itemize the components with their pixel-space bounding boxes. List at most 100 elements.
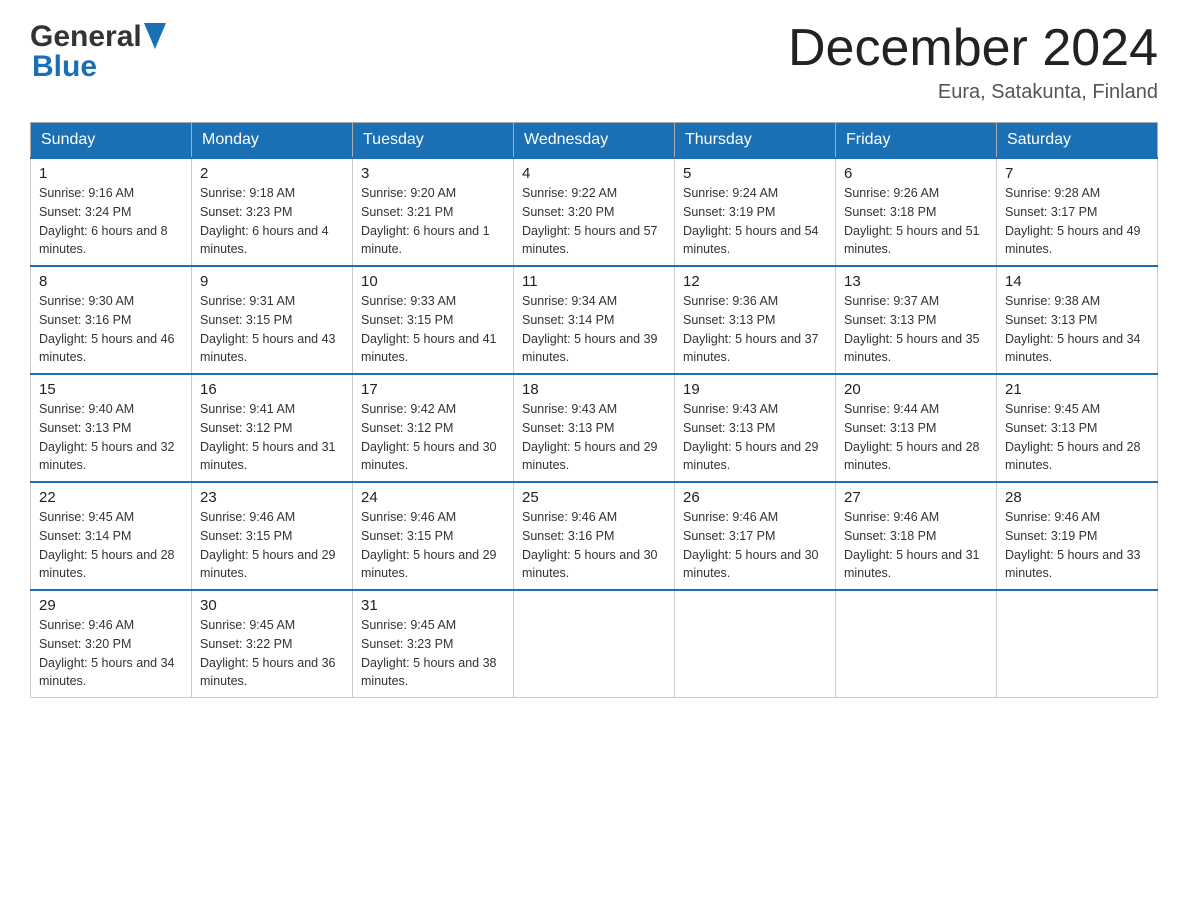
day-cell-20: 20Sunrise: 9:44 AMSunset: 3:13 PMDayligh… (836, 374, 997, 482)
day-cell-18: 18 Sunrise: 9:43 AMSunset: 3:13 PMDayligh… (514, 374, 675, 482)
day-number: 14 (1005, 273, 1149, 290)
day-cell-5: 5 Sunrise: 9:24 AMSunset: 3:19 PMDaylight… (675, 158, 836, 266)
logo-triangle-icon (144, 23, 166, 49)
day-cell-4: 4 Sunrise: 9:22 AMSunset: 3:20 PMDaylight… (514, 158, 675, 266)
day-number: 17 (361, 381, 505, 398)
day-cell-31: 31 Sunrise: 9:45 AMSunset: 3:23 PMDayligh… (353, 590, 514, 698)
logo-blue: Blue (30, 50, 97, 84)
column-header-thursday: Thursday (675, 123, 836, 159)
empty-cell (836, 590, 997, 698)
day-cell-21: 21Sunrise: 9:45 AMSunset: 3:13 PMDayligh… (997, 374, 1158, 482)
column-header-friday: Friday (836, 123, 997, 159)
day-info: Sunrise: 9:45 AMSunset: 3:23 PMDaylight:… (361, 616, 505, 691)
day-number: 20 (844, 381, 988, 398)
day-info: Sunrise: 9:46 AMSunset: 3:15 PMDaylight:… (361, 508, 505, 583)
day-cell-14: 14 Sunrise: 9:38 AMSunset: 3:13 PMDayligh… (997, 266, 1158, 374)
day-number: 30 (200, 597, 344, 614)
day-cell-28: 28 Sunrise: 9:46 AMSunset: 3:19 PMDayligh… (997, 482, 1158, 590)
day-info: Sunrise: 9:45 AMSunset: 3:22 PMDaylight:… (200, 616, 344, 691)
day-cell-7: 7 Sunrise: 9:28 AMSunset: 3:17 PMDaylight… (997, 158, 1158, 266)
day-cell-29: 29 Sunrise: 9:46 AMSunset: 3:20 PMDayligh… (31, 590, 192, 698)
day-info: Sunrise: 9:46 AMSunset: 3:20 PMDaylight:… (39, 616, 183, 691)
day-info: Sunrise: 9:31 AMSunset: 3:15 PMDaylight:… (200, 292, 344, 367)
day-cell-22: 22Sunrise: 9:45 AMSunset: 3:14 PMDayligh… (31, 482, 192, 590)
day-number: 4 (522, 165, 666, 182)
column-header-monday: Monday (192, 123, 353, 159)
day-number: 28 (1005, 489, 1149, 506)
day-info: Sunrise: 9:46 AMSunset: 3:18 PMDaylight:… (844, 508, 988, 583)
day-cell-16: 16 Sunrise: 9:41 AMSunset: 3:12 PMDayligh… (192, 374, 353, 482)
day-cell-26: 26 Sunrise: 9:46 AMSunset: 3:17 PMDayligh… (675, 482, 836, 590)
page: General Blue December 2024 Eura, Satakun… (0, 0, 1188, 728)
logo: General Blue (30, 20, 166, 84)
day-info: Sunrise: 9:22 AMSunset: 3:20 PMDaylight:… (522, 184, 666, 259)
day-cell-3: 3 Sunrise: 9:20 AMSunset: 3:21 PMDaylight… (353, 158, 514, 266)
day-cell-19: 19 Sunrise: 9:43 AMSunset: 3:13 PMDayligh… (675, 374, 836, 482)
day-info: Sunrise: 9:42 AMSunset: 3:12 PMDaylight:… (361, 400, 505, 475)
day-info: Sunrise: 9:38 AMSunset: 3:13 PMDaylight:… (1005, 292, 1149, 367)
day-number: 16 (200, 381, 344, 398)
month-title: December 2024 (788, 20, 1158, 77)
day-cell-23: 23 Sunrise: 9:46 AMSunset: 3:15 PMDayligh… (192, 482, 353, 590)
day-cell-1: 1 Sunrise: 9:16 AMSunset: 3:24 PMDaylight… (31, 158, 192, 266)
day-number: 18 (522, 381, 666, 398)
day-info: Sunrise: 9:20 AMSunset: 3:21 PMDaylight:… (361, 184, 505, 259)
day-cell-6: 6 Sunrise: 9:26 AMSunset: 3:18 PMDaylight… (836, 158, 997, 266)
calendar: SundayMondayTuesdayWednesdayThursdayFrid… (30, 122, 1158, 698)
day-number: 13 (844, 273, 988, 290)
day-number: 24 (361, 489, 505, 506)
day-number: 5 (683, 165, 827, 182)
day-info: Sunrise: 9:26 AMSunset: 3:18 PMDaylight:… (844, 184, 988, 259)
day-number: 23 (200, 489, 344, 506)
calendar-header-row: SundayMondayTuesdayWednesdayThursdayFrid… (31, 123, 1158, 159)
day-number: 11 (522, 273, 666, 290)
day-info: Sunrise: 9:45 AMSunset: 3:14 PMDaylight:… (39, 508, 183, 583)
day-number: 8 (39, 273, 183, 290)
day-info: Sunrise: 9:37 AMSunset: 3:13 PMDaylight:… (844, 292, 988, 367)
day-info: Sunrise: 9:16 AMSunset: 3:24 PMDaylight:… (39, 184, 183, 259)
column-header-wednesday: Wednesday (514, 123, 675, 159)
empty-cell (997, 590, 1158, 698)
day-number: 9 (200, 273, 344, 290)
day-cell-9: 9 Sunrise: 9:31 AMSunset: 3:15 PMDaylight… (192, 266, 353, 374)
title-section: December 2024 Eura, Satakunta, Finland (788, 20, 1158, 104)
day-number: 1 (39, 165, 183, 182)
day-number: 31 (361, 597, 505, 614)
day-cell-11: 11Sunrise: 9:34 AMSunset: 3:14 PMDayligh… (514, 266, 675, 374)
week-row-3: 15 Sunrise: 9:40 AMSunset: 3:13 PMDayligh… (31, 374, 1158, 482)
day-number: 29 (39, 597, 183, 614)
day-cell-24: 24 Sunrise: 9:46 AMSunset: 3:15 PMDayligh… (353, 482, 514, 590)
day-info: Sunrise: 9:46 AMSunset: 3:17 PMDaylight:… (683, 508, 827, 583)
column-header-tuesday: Tuesday (353, 123, 514, 159)
day-number: 6 (844, 165, 988, 182)
day-cell-27: 27Sunrise: 9:46 AMSunset: 3:18 PMDayligh… (836, 482, 997, 590)
day-cell-25: 25Sunrise: 9:46 AMSunset: 3:16 PMDayligh… (514, 482, 675, 590)
day-info: Sunrise: 9:45 AMSunset: 3:13 PMDaylight:… (1005, 400, 1149, 475)
header: General Blue December 2024 Eura, Satakun… (30, 20, 1158, 104)
column-header-sunday: Sunday (31, 123, 192, 159)
week-row-5: 29 Sunrise: 9:46 AMSunset: 3:20 PMDayligh… (31, 590, 1158, 698)
day-cell-30: 30 Sunrise: 9:45 AMSunset: 3:22 PMDayligh… (192, 590, 353, 698)
week-row-4: 22Sunrise: 9:45 AMSunset: 3:14 PMDayligh… (31, 482, 1158, 590)
day-number: 12 (683, 273, 827, 290)
day-info: Sunrise: 9:46 AMSunset: 3:19 PMDaylight:… (1005, 508, 1149, 583)
day-number: 7 (1005, 165, 1149, 182)
day-info: Sunrise: 9:40 AMSunset: 3:13 PMDaylight:… (39, 400, 183, 475)
day-number: 26 (683, 489, 827, 506)
empty-cell (514, 590, 675, 698)
day-info: Sunrise: 9:24 AMSunset: 3:19 PMDaylight:… (683, 184, 827, 259)
day-cell-8: 8Sunrise: 9:30 AMSunset: 3:16 PMDaylight… (31, 266, 192, 374)
day-info: Sunrise: 9:46 AMSunset: 3:15 PMDaylight:… (200, 508, 344, 583)
day-cell-10: 10Sunrise: 9:33 AMSunset: 3:15 PMDayligh… (353, 266, 514, 374)
day-info: Sunrise: 9:18 AMSunset: 3:23 PMDaylight:… (200, 184, 344, 259)
day-info: Sunrise: 9:43 AMSunset: 3:13 PMDaylight:… (683, 400, 827, 475)
location: Eura, Satakunta, Finland (788, 81, 1158, 104)
day-number: 19 (683, 381, 827, 398)
day-cell-12: 12Sunrise: 9:36 AMSunset: 3:13 PMDayligh… (675, 266, 836, 374)
day-info: Sunrise: 9:41 AMSunset: 3:12 PMDaylight:… (200, 400, 344, 475)
day-info: Sunrise: 9:28 AMSunset: 3:17 PMDaylight:… (1005, 184, 1149, 259)
day-number: 2 (200, 165, 344, 182)
day-info: Sunrise: 9:43 AMSunset: 3:13 PMDaylight:… (522, 400, 666, 475)
day-number: 3 (361, 165, 505, 182)
day-number: 15 (39, 381, 183, 398)
